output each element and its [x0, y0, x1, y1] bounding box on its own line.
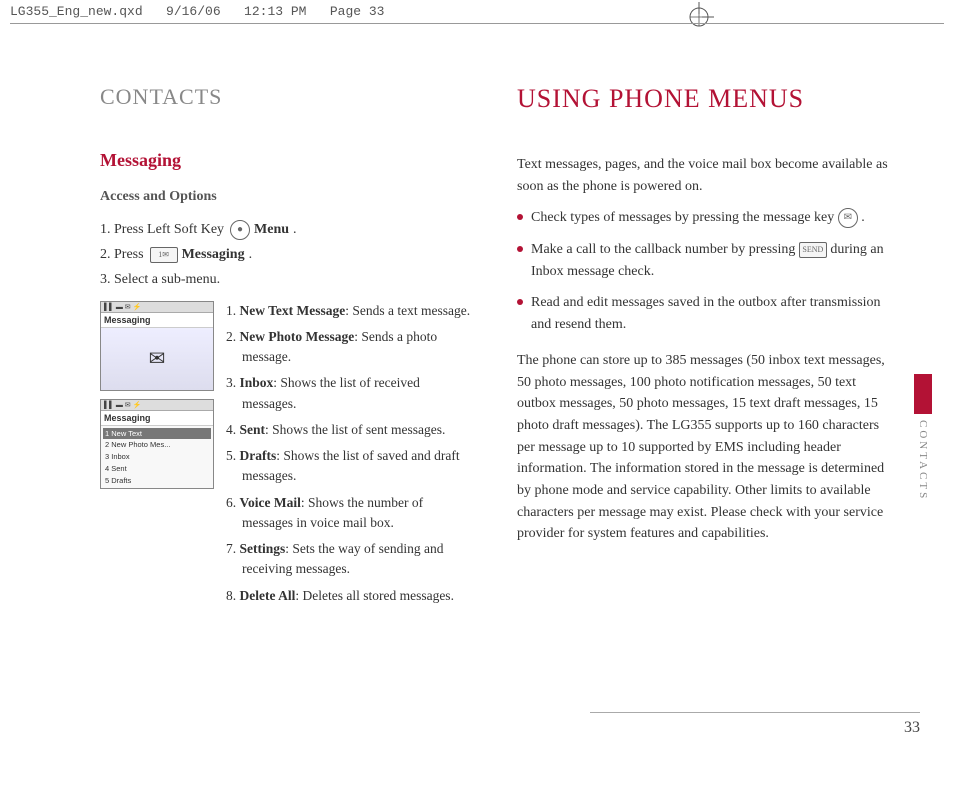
- phone-screenshots: ▌▌ ▬ ✉ ⚡ Messaging ✉ ▌▌ ▬ ✉ ⚡ Messaging …: [100, 301, 214, 612]
- right-column: USING PHONE MENUS Text messages, pages, …: [517, 84, 894, 612]
- screenshot2-row: 5 Drafts: [103, 475, 211, 487]
- screenshot2-row: 1 New Text: [103, 428, 211, 440]
- page-body: CONTACTS Messaging Access and Options 1.…: [10, 23, 944, 763]
- bullet-1-suffix: .: [861, 210, 865, 225]
- bullet-icon: [517, 246, 523, 252]
- step-1-bold: Menu: [254, 217, 289, 242]
- page-number-rule: [590, 712, 920, 713]
- intro-paragraph: Text messages, pages, and the voice mail…: [517, 154, 894, 197]
- send-key-icon: SEND: [799, 242, 827, 258]
- list-item: 8. Delete All: Deletes all stored messag…: [226, 586, 477, 606]
- step-3: 3. Select a sub-menu.: [100, 267, 477, 292]
- list-item: 4. Sent: Shows the list of sent messages…: [226, 420, 477, 440]
- message-key-icon: ✉: [838, 208, 858, 228]
- list-item: 7. Settings: Sets the way of sending and…: [226, 539, 477, 580]
- step-1-text: 1. Press Left Soft Key: [100, 217, 224, 242]
- list-item: 5. Drafts: Shows the list of saved and d…: [226, 446, 477, 487]
- side-tab-label: CONTACTS: [917, 420, 929, 501]
- step-2-text: 2. Press: [100, 242, 144, 267]
- phone-screenshot-1: ▌▌ ▬ ✉ ⚡ Messaging ✉: [100, 301, 214, 391]
- key-1-messaging-icon: 1✉: [150, 247, 178, 263]
- screenshot2-row: 4 Sent: [103, 463, 211, 475]
- header-page: Page 33: [330, 4, 385, 19]
- left-soft-key-icon: ●: [230, 220, 250, 240]
- step-2-bold: Messaging: [182, 242, 245, 267]
- submenu-list: 1. New Text Message: Sends a text messag…: [226, 301, 477, 612]
- heading-access-options: Access and Options: [100, 189, 477, 205]
- list-item: 6. Voice Mail: Shows the number of messa…: [226, 493, 477, 534]
- list-item: 3. Inbox: Shows the list of received mes…: [226, 373, 477, 414]
- side-tab: CONTACTS: [914, 374, 932, 501]
- capacity-paragraph: The phone can store up to 385 messages (…: [517, 350, 894, 545]
- step-2: 2. Press 1✉ Messaging.: [100, 242, 477, 267]
- list-item: 1. New Text Message: Sends a text messag…: [226, 301, 477, 321]
- screenshot2-title: Messaging: [101, 411, 213, 426]
- bullet-2-text-a: Make a call to the callback number by pr…: [531, 242, 795, 257]
- header-filename: LG355_Eng_new.qxd: [10, 4, 143, 19]
- screenshot2-row: 2 New Photo Mes...: [103, 439, 211, 451]
- left-column: CONTACTS Messaging Access and Options 1.…: [100, 84, 477, 612]
- screenshot1-title: Messaging: [101, 313, 213, 328]
- page-number: 33: [904, 719, 920, 737]
- bullet-3-text: Read and edit messages saved in the outb…: [531, 292, 894, 335]
- bullet-icon: [517, 214, 523, 220]
- step-3-text: 3. Select a sub-menu.: [100, 267, 220, 292]
- page-title: USING PHONE MENUS: [517, 84, 894, 114]
- screenshot2-row: 3 Inbox: [103, 451, 211, 463]
- list-item: 2. New Photo Message: Sends a photo mess…: [226, 327, 477, 368]
- print-header: LG355_Eng_new.qxd 9/16/06 12:13 PM Page …: [0, 0, 954, 19]
- bullet-icon: [517, 299, 523, 305]
- screenshot2-row: 6 Voice Mail: [103, 486, 211, 488]
- header-time: 12:13 PM: [244, 4, 306, 19]
- bullet-item: Read and edit messages saved in the outb…: [517, 292, 894, 335]
- bullet-item: Make a call to the callback number by pr…: [517, 239, 894, 282]
- side-tab-marker: [914, 374, 932, 414]
- step-1: 1. Press Left Soft Key ● Menu.: [100, 217, 477, 242]
- phone-screenshot-2: ▌▌ ▬ ✉ ⚡ Messaging 1 New Text 2 New Phot…: [100, 399, 214, 489]
- bullet-item: Check types of messages by pressing the …: [517, 207, 894, 229]
- section-label-contacts: CONTACTS: [100, 84, 477, 110]
- heading-messaging: Messaging: [100, 150, 477, 171]
- bullet-list: Check types of messages by pressing the …: [517, 207, 894, 335]
- bullet-1-text: Check types of messages by pressing the …: [531, 210, 834, 225]
- header-date: 9/16/06: [166, 4, 221, 19]
